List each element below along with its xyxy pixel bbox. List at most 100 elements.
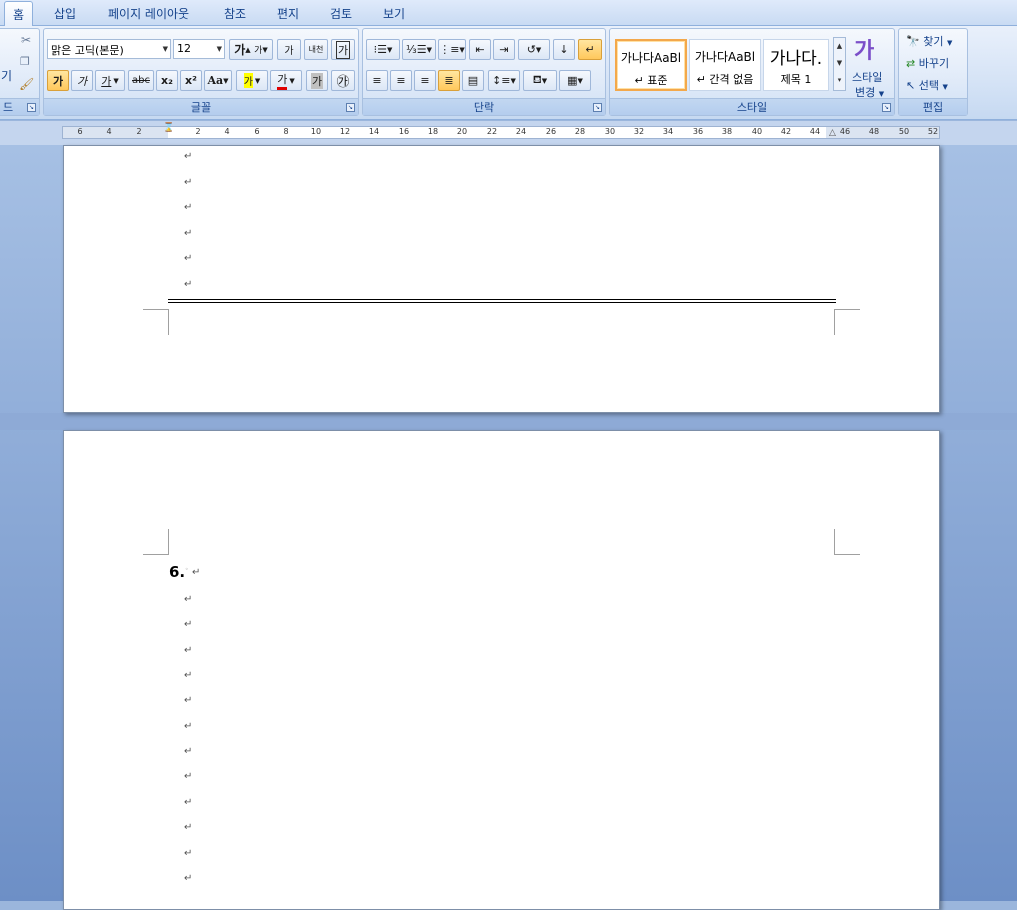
horizontal-ruler[interactable]: 6 4 2 2 4 6 8 10 12 14 16 18 20 22 24 26 28 30 32 34 36 38 40 4… — [0, 121, 1017, 145]
list-item-number[interactable]: 6. — [169, 563, 185, 581]
style-heading-1[interactable]: 가나다. 제목 1 — [763, 39, 829, 91]
align-right-button[interactable]: ≡ — [414, 70, 436, 91]
styles-launcher-icon[interactable]: ↘ — [882, 103, 891, 112]
crop-mark-right — [834, 529, 860, 555]
ruler-tick-label: 50 — [898, 127, 910, 136]
grow-shrink-font-buttons[interactable]: 가 ▲ 가 ▼ — [229, 39, 273, 60]
font-group-label: 글꼴 — [44, 98, 358, 115]
show-marks-button[interactable]: ↵ — [578, 39, 602, 60]
align-center-icon: ≡ — [396, 74, 406, 87]
styles-group: 가나다AaBl ↵ 표준 가나다AaBl ↵ 간격 없음 가나다. 제목 1 ▲… — [609, 28, 895, 116]
justify-icon: ≣ — [444, 74, 454, 87]
change-case-button[interactable]: Aa ▼ — [204, 70, 232, 91]
bullets-button[interactable]: ⁝☰ ▼ — [366, 39, 400, 60]
right-indent-marker-icon[interactable]: △ — [829, 128, 836, 138]
page-2[interactable] — [63, 430, 940, 910]
clipboard-group: 기 ✂ ❐ 🖌 드 ↘ — [0, 28, 40, 116]
crop-mark-left — [143, 529, 169, 555]
enclose-char-button[interactable]: ㉮ — [331, 70, 355, 91]
char-shading-button[interactable]: 가 — [306, 70, 328, 91]
sort-button[interactable]: ↓ — [553, 39, 575, 60]
styles-group-label: 스타일 — [610, 98, 894, 115]
line-spacing-button[interactable]: ↕≡ ▼ — [488, 70, 520, 91]
shading-button[interactable]: ⛾ ▼ — [523, 70, 557, 91]
tab-insert[interactable]: 삽입 — [54, 5, 76, 22]
style-no-spacing[interactable]: 가나다AaBl ↵ 간격 없음 — [689, 39, 761, 91]
font-size-combo[interactable]: 12 ▼ — [173, 39, 225, 59]
align-left-button[interactable]: ≡ — [366, 70, 388, 91]
binoculars-icon: 🔭 — [906, 35, 920, 48]
decrease-indent-button[interactable]: ⇤ — [469, 39, 491, 60]
page-1[interactable] — [63, 145, 940, 413]
asian-layout-button[interactable]: ↺ ▼ — [518, 39, 550, 60]
font-launcher-icon[interactable]: ↘ — [346, 103, 355, 112]
paragraph-mark: ↵ — [184, 228, 193, 239]
bullet-list-icon: ⁝☰ — [373, 43, 387, 56]
tab-mailings[interactable]: 편지 — [277, 5, 299, 22]
select-button[interactable]: ↖ 선택 ▼ — [906, 77, 948, 93]
char-border-button[interactable]: 가 — [331, 39, 355, 60]
subscript-button[interactable]: x₂ — [156, 70, 178, 91]
sort-icon: ↓ — [559, 43, 569, 56]
highlight-button[interactable]: 가 ▼ — [236, 70, 268, 91]
first-indent-marker-icon[interactable]: ⌛ — [163, 123, 174, 133]
replace-button[interactable]: ⇄ 바꾸기 — [906, 55, 949, 71]
ruler-tick-label: 36 — [692, 127, 704, 136]
superscript-button[interactable]: x² — [180, 70, 202, 91]
format-painter-icon[interactable]: 🖌 — [19, 77, 34, 91]
grow-font-button[interactable]: 가 — [234, 41, 245, 58]
paragraph-launcher-icon[interactable]: ↘ — [593, 103, 602, 112]
line-spacing-icon: ↕≡ — [492, 74, 511, 87]
font-color-button[interactable]: 가 ▼ — [270, 70, 302, 91]
paste-label[interactable]: 기 — [1, 67, 12, 84]
ruler-tick-label: 40 — [751, 127, 763, 136]
ruler-tick-label: 30 — [604, 127, 616, 136]
ruler-tick-label: 4 — [106, 127, 112, 136]
tab-view[interactable]: 보기 — [383, 5, 405, 22]
find-button[interactable]: 🔭 찾기 ▼ — [906, 33, 952, 49]
clear-format-button[interactable]: 가 — [277, 39, 301, 60]
cut-icon[interactable]: ✂ — [21, 33, 31, 47]
tab-references[interactable]: 참조 — [224, 5, 246, 22]
ruler-tick-label: 42 — [780, 127, 792, 136]
justify-button[interactable]: ≣ — [438, 70, 460, 91]
increase-indent-button[interactable]: ⇥ — [493, 39, 515, 60]
tab-review[interactable]: 검토 — [330, 5, 352, 22]
numbered-list-icon: ⅓☰ — [406, 43, 427, 56]
align-right-icon: ≡ — [420, 74, 430, 87]
paragraph-mark: ↵ — [184, 873, 193, 884]
ribbon: 기 ✂ ❐ 🖌 드 ↘ 맑은 고딕(본문) ▼ 12 ▼ 가 ▲ 가 ▼ 가 내천 가 … — [0, 26, 1017, 120]
underline-button[interactable]: 가 ▼ — [95, 70, 125, 91]
shrink-font-button[interactable]: 가 — [254, 43, 262, 56]
styles-scroll[interactable]: ▲ ▼ ▾ — [833, 37, 846, 91]
align-center-button[interactable]: ≡ — [390, 70, 412, 91]
ruler-tick-label: 38 — [721, 127, 733, 136]
borders-button[interactable]: ▦ ▼ — [559, 70, 591, 91]
align-left-icon: ≡ — [372, 74, 382, 87]
copy-icon[interactable]: ❐ — [20, 55, 30, 68]
ruler-tick-label: 34 — [662, 127, 674, 136]
tab-page-layout[interactable]: 페이지 레이아웃 — [108, 5, 189, 22]
tab-home[interactable]: 홈 — [4, 1, 34, 27]
multilevel-list-button[interactable]: ⋮≡ ▼ — [438, 39, 466, 60]
clipboard-launcher-icon[interactable]: ↘ — [27, 103, 36, 112]
style-normal[interactable]: 가나다AaBl ↵ 표준 — [615, 39, 687, 91]
ruler-tick-label: 12 — [339, 127, 351, 136]
phonetic-guide-button[interactable]: 내천 — [304, 39, 328, 60]
paragraph-mark: ↵ — [184, 822, 193, 833]
paragraph-mark-icon: ↵ — [585, 43, 595, 56]
italic-button[interactable]: 가 — [71, 70, 93, 91]
strikethrough-button[interactable]: abc — [128, 70, 154, 91]
bold-button[interactable]: 가 — [47, 70, 69, 91]
paragraph-mark: ↵ — [192, 567, 201, 578]
ruler-tick-label: 52 — [927, 127, 939, 136]
change-styles-label[interactable]: 스타일 — [852, 69, 882, 85]
font-name-combo[interactable]: 맑은 고딕(본문) ▼ — [47, 39, 171, 59]
ruler-tick-label: 20 — [456, 127, 468, 136]
change-styles-icon[interactable]: 가 — [854, 33, 874, 65]
ruler-tick-label: 28 — [574, 127, 586, 136]
paragraph-group: ⁝☰ ▼ ⅓☰ ▼ ⋮≡ ▼ ⇤ ⇥ ↺ ▼ ↓ ↵ ≡ ≡ ≡ ≣ ▤ ↕≡ ▼ ⛾ ▼ … — [362, 28, 606, 116]
distribute-button[interactable]: ▤ — [462, 70, 484, 91]
numbering-button[interactable]: ⅓☰ ▼ — [402, 39, 436, 60]
paragraph-mark: ↵ — [184, 721, 193, 732]
